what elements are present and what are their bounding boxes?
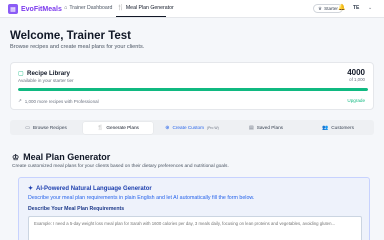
pro-badge: (Pro W): [207, 125, 219, 130]
library-upsell: ↗ 1,000 more recipes with Professional: [18, 98, 99, 104]
brand-logo[interactable]: ▦ EvoFitMeals: [8, 4, 62, 14]
trending-up-icon: ↗: [18, 98, 22, 103]
bookmark-icon: ▤: [248, 124, 254, 131]
library-icon: ▢: [18, 71, 24, 77]
nav-trainer-dashboard[interactable]: ⌂ Trainer Dashboard: [64, 5, 112, 11]
tab-label: Generate Plans: [106, 125, 139, 130]
active-nav-indicator: [116, 15, 166, 17]
library-count: 4000: [347, 68, 365, 77]
library-availability: Available in your starter tier: [18, 78, 74, 83]
tab-create-custom[interactable]: ⊕ Create Custom (Pro W): [156, 122, 228, 134]
ai-generator-description: Describe your meal plan requirements in …: [28, 195, 255, 201]
utensils-icon: 🍴: [97, 124, 104, 131]
library-title: Recipe Library: [27, 69, 70, 77]
utensils-icon: 🍴: [117, 5, 124, 11]
nav-link-label: Meal Plan Generator: [125, 5, 174, 11]
library-upsell-text: 1,000 more recipes with Professional: [24, 98, 99, 104]
tab-label: Browse Recipes: [32, 125, 67, 130]
plan-tier-label: Starter: [324, 6, 338, 11]
plus-icon: ⊕: [165, 124, 170, 131]
nav-meal-plan-generator[interactable]: 🍴 Meal Plan Generator: [117, 5, 174, 11]
crown-icon: ♛: [318, 5, 323, 11]
recipe-library-card: ▢ Recipe Library Available in your start…: [10, 62, 374, 110]
meal-plan-subtitle: Create customized meal plans for your cl…: [12, 164, 229, 169]
home-icon: ⌂: [64, 5, 68, 11]
library-progress-fill: [18, 88, 368, 91]
page-subtitle: Browse recipes and create meal plans for…: [10, 44, 145, 50]
meal-plan-title-text: Meal Plan Generator: [23, 152, 111, 162]
chef-hat-icon: ♔: [12, 152, 20, 162]
tab-saved-plans[interactable]: ▤ Saved Plans: [231, 122, 301, 134]
tab-customers[interactable]: 👥 Customers: [304, 122, 372, 134]
ai-field-label: Describe Your Meal Plan Requirements: [28, 206, 125, 212]
tab-label: Create Custom: [172, 125, 205, 130]
top-navbar: ▦ EvoFitMeals ⌂ Trainer Dashboard 🍴 Meal…: [0, 0, 384, 18]
meal-plan-description-input[interactable]: [28, 216, 362, 240]
ai-generator-title-text: AI-Powered Natural Language Generator: [36, 185, 152, 192]
users-icon: 👥: [322, 124, 329, 131]
page-title: Welcome, Trainer Test: [10, 30, 132, 42]
main-tabs: ▭ Browse Recipes 🍴 Generate Plans ⊕ Crea…: [10, 120, 374, 135]
book-icon: ▭: [25, 124, 30, 131]
tab-label: Customers: [331, 125, 354, 130]
bell-icon[interactable]: 🔔: [338, 4, 345, 11]
library-total: of 1,000: [349, 77, 365, 82]
logo-icon: ▦: [8, 4, 18, 14]
chevron-down-icon[interactable]: ⌄: [368, 5, 372, 11]
sparkles-icon: ✦: [28, 186, 34, 192]
avatar[interactable]: TE: [353, 5, 359, 11]
library-progress-bar: [18, 88, 368, 91]
brand-name: EvoFitMeals: [21, 5, 62, 13]
ai-generator-card: ✦ AI-Powered Natural Language Generator …: [18, 177, 370, 240]
tab-generate-plans[interactable]: 🍴 Generate Plans: [83, 121, 153, 134]
tab-label: Saved Plans: [256, 125, 284, 130]
upgrade-link[interactable]: Upgrade: [347, 98, 365, 103]
nav-link-label: Trainer Dashboard: [69, 5, 113, 11]
meal-plan-title: ♔ Meal Plan Generator: [12, 152, 110, 162]
ai-generator-title: ✦ AI-Powered Natural Language Generator: [28, 185, 152, 193]
tab-browse-recipes[interactable]: ▭ Browse Recipes: [12, 122, 80, 134]
